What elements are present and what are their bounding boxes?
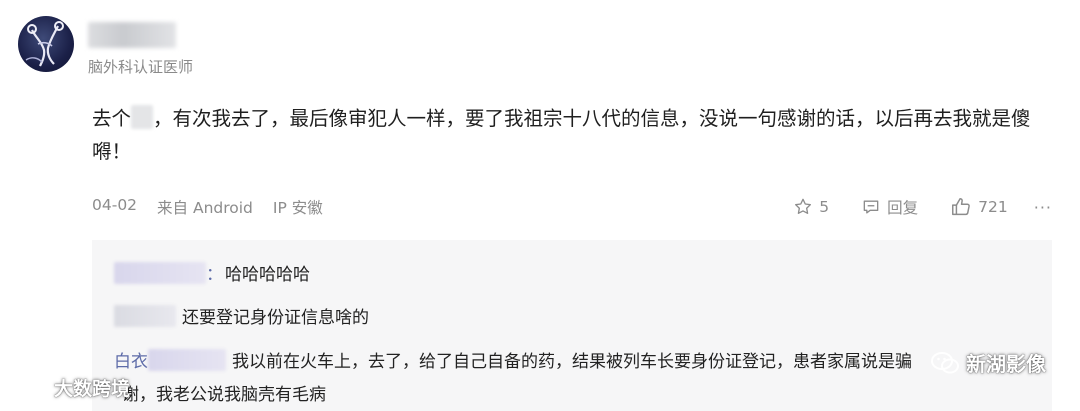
- reply-list: ： 哈哈哈哈哈 还要登记身份证信息啥的 白衣 我以前在火车上，去了，给了自己自备…: [92, 240, 1052, 411]
- comment-header: 脑外科认证医师: [18, 16, 193, 77]
- reply-item: 还要登记身份证信息啥的: [114, 303, 369, 328]
- reply-item: 白衣 我以前在火车上，去了，给了自己自备的药，结果被列车长要身份证登记，患者家属…: [114, 347, 912, 372]
- avatar[interactable]: [18, 16, 74, 72]
- reply-button[interactable]: 回复: [861, 196, 918, 218]
- favorite-button[interactable]: 5: [793, 197, 829, 217]
- watermark-left: 大数跨境: [8, 374, 130, 401]
- reply-author-name[interactable]: 白衣: [114, 347, 148, 372]
- comment-bubble-icon: [863, 200, 879, 214]
- comment-ip: IP 安徽: [272, 199, 323, 217]
- watermark-right-text: 新湖影像: [966, 352, 1046, 376]
- reply-author-redacted[interactable]: [148, 348, 226, 371]
- like-count: 721: [978, 198, 1008, 216]
- like-button[interactable]: 721: [950, 196, 1008, 218]
- reply-colon: ：: [206, 265, 223, 285]
- watermark-right: 新湖影像: [930, 348, 1046, 377]
- comment-date: 04-02: [92, 196, 138, 214]
- reply-text: 哈哈哈哈哈: [225, 265, 310, 285]
- reply-text: 还要登记身份证信息啥的: [182, 308, 369, 328]
- avatar-illustration-icon: [25, 21, 64, 67]
- author-name-redacted[interactable]: [88, 22, 176, 48]
- reply-author-redacted[interactable]: [114, 261, 206, 284]
- reply-label: 回复: [887, 199, 919, 217]
- reply-item-continuation: 谢，我老公说我脑壳有毛病: [122, 380, 326, 405]
- brand-logo-icon: [8, 379, 45, 396]
- reply-author-redacted[interactable]: [114, 304, 176, 327]
- favorite-count: 5: [819, 198, 830, 216]
- reply-text: 我以前在火车上，去了，给了自己自备的药，结果被列车长要身份证登记，患者家属说是骗: [232, 352, 912, 372]
- comment-meta: 04-02 来自 Android IP 安徽 5 回复 721 ···: [92, 196, 1052, 220]
- reply-text: 谢，我老公说我脑壳有毛病: [122, 385, 326, 405]
- comment-text: 去个 ，有次我去了，最后像审犯人一样，要了我祖宗十八代的信息，没说一句感谢的话，以…: [92, 102, 1052, 168]
- comment-source: 来自 Android: [157, 199, 253, 217]
- watermark-left-text: 大数跨境: [54, 378, 131, 400]
- author-info: 脑外科认证医师: [88, 22, 193, 77]
- more-options-button[interactable]: ···: [1034, 198, 1052, 217]
- comment-text-rest: ，有次我去了，最后像审犯人一样，要了我祖宗十八代的信息，没说一句感谢的话，以后再…: [92, 107, 1031, 163]
- wechat-icon: [931, 351, 959, 373]
- comment-redaction: [131, 105, 154, 129]
- thumbs-up-icon: [952, 198, 970, 216]
- comment-text-start: 去个: [92, 107, 132, 130]
- star-icon: [795, 198, 812, 214]
- author-role: 脑外科认证医师: [88, 58, 194, 76]
- reply-item: ： 哈哈哈哈哈: [114, 260, 310, 285]
